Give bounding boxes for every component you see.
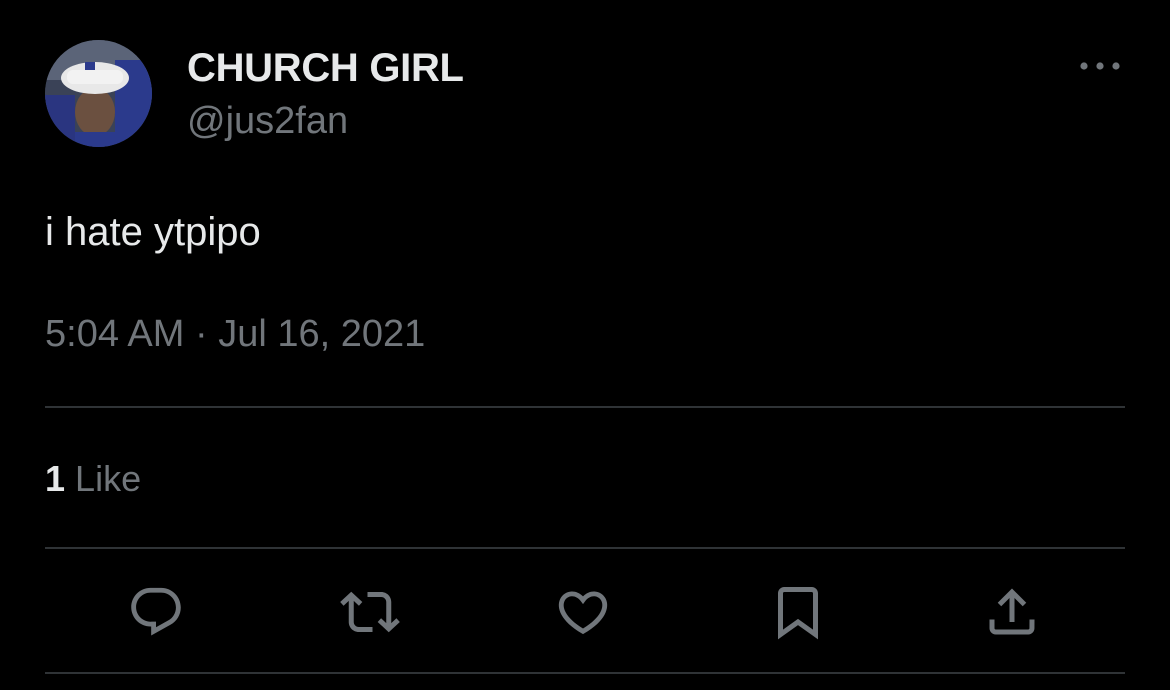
reply-icon	[131, 587, 181, 636]
heart-icon	[558, 591, 608, 635]
bookmark-button[interactable]	[768, 582, 828, 642]
reply-button[interactable]	[126, 582, 186, 642]
retweet-button[interactable]	[340, 582, 400, 642]
divider	[45, 547, 1125, 549]
more-options-icon[interactable]	[1078, 52, 1122, 80]
display-name[interactable]: CHURCH GIRL	[187, 44, 464, 92]
user-handle[interactable]: @jus2fan	[187, 98, 348, 144]
bookmark-icon	[778, 587, 818, 640]
tweet-time: 5:04 AM	[45, 313, 185, 355]
divider	[45, 672, 1125, 674]
like-button[interactable]	[553, 582, 613, 642]
retweet-icon	[340, 591, 400, 633]
avatar[interactable]	[45, 40, 152, 147]
tweet-timestamp[interactable]: 5:04 AM · Jul 16, 2021	[45, 310, 425, 358]
likes-count: 1	[45, 458, 66, 499]
share-button[interactable]	[982, 582, 1042, 642]
tweet-text: i hate ytpipo	[45, 210, 261, 254]
likes-stat[interactable]: 1 Like	[45, 456, 141, 502]
divider	[45, 406, 1125, 408]
tweet-detail: CHURCH GIRL @jus2fan i hate ytpipo 5:04 …	[0, 0, 1170, 690]
tweet-date: Jul 16, 2021	[218, 313, 426, 355]
meta-separator: ·	[194, 313, 208, 355]
likes-label: Like	[75, 458, 142, 499]
share-icon	[989, 588, 1035, 635]
